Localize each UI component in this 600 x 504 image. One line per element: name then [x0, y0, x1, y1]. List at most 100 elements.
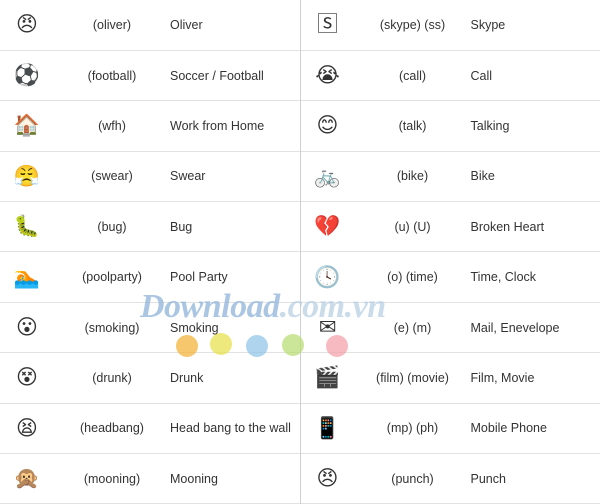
emoticon-name-cell: Time, Clock [470, 251, 600, 303]
table-row[interactable]: 🙊 (mooning) Mooning [0, 453, 300, 504]
emoticon-name-cell: Oliver [170, 0, 300, 51]
table-row[interactable]: 😭 (call) Call [300, 50, 600, 102]
talk-emoji-icon: 😊 [316, 113, 339, 138]
emoticon-name-cell: Pool Party [170, 251, 300, 303]
emoticon-icon-cell: 😵 [0, 352, 54, 404]
table-row[interactable]: 🕓 (o) (time) Time, Clock [300, 251, 600, 303]
broken-heart-emoji-icon: 💔 [314, 214, 341, 239]
emoticon-shortcut-cell: (call) [354, 50, 471, 102]
emoticon-icon-cell: 🕓 [300, 251, 355, 303]
emoticon-icon-cell: 😫 [0, 403, 54, 455]
emoticon-shortcut-cell: (e) (m) [354, 302, 471, 354]
emoticon-shortcut-cell: (mooning) [54, 453, 170, 504]
emoticon-icon-cell: 🐛 [0, 201, 54, 253]
emoticon-icon-cell: 😮 [0, 302, 54, 354]
table-row[interactable]: 🏊 (poolparty) Pool Party [0, 251, 300, 303]
clock-emoji-icon: 🕓 [314, 264, 341, 289]
emoticon-icon-cell: 💔 [300, 201, 355, 253]
emoticon-name-cell: Drunk [170, 352, 300, 404]
emoticon-shortcut-cell: (mp) (ph) [354, 403, 471, 455]
table-row[interactable]: 🎬 (film) (movie) Film, Movie [300, 352, 600, 404]
emoticon-name-cell: Skype [470, 0, 600, 51]
table-row[interactable]: ✉ (e) (m) Mail, Enevelope [300, 302, 600, 354]
mail-emoji-icon: ✉ [318, 315, 337, 340]
football-emoji-icon: ⚽ [13, 63, 41, 88]
table-row[interactable]: 😠 (punch) Punch [300, 453, 600, 504]
emoticon-shortcut-cell: (drunk) [54, 352, 170, 404]
table-row[interactable]: 🚲 (bike) Bike [300, 151, 600, 203]
emoticon-icon-cell: ⚽ [0, 50, 54, 102]
emoticon-shortcut-cell: (talk) [354, 100, 471, 152]
skype-emoji-icon: 🅂 [317, 12, 338, 37]
mooning-emoji-icon: 🙊 [13, 466, 41, 491]
emoticon-shortcut-cell: (football) [54, 50, 170, 102]
right-emoticon-table: 🅂 (skype) (ss) Skype 😭 (call) Call 😊 (talk) Talk… [300, 0, 600, 504]
emoticon-shortcut-cell: (skype) (ss) [354, 0, 471, 51]
emoticon-icon-cell: 🚲 [300, 151, 355, 203]
headbang-emoji-icon: 😫 [16, 415, 38, 440]
emoticon-shortcut-cell: (bug) [54, 201, 170, 253]
emoticon-name-cell: Broken Heart [470, 201, 600, 253]
left-emoticon-column: 😠 (oliver) Oliver ⚽ (football) Soccer / Footb… [0, 0, 301, 504]
emoticon-icon-cell: 😠 [300, 453, 355, 504]
bug-emoji-icon: 🐛 [13, 214, 41, 239]
left-emoticon-table: 😠 (oliver) Oliver ⚽ (football) Soccer / Footb… [0, 0, 300, 504]
emoticon-name-cell: Bike [470, 151, 600, 203]
emoticon-shortcut-cell: (o) (time) [354, 251, 471, 303]
emoticon-icon-cell: 🏠 [0, 100, 54, 152]
table-row[interactable]: 😵 (drunk) Drunk [0, 352, 300, 404]
emoticon-name-cell: Mail, Enevelope [470, 302, 600, 354]
table-row[interactable]: 😠 (oliver) Oliver [0, 0, 300, 51]
drunk-emoji-icon: 😵 [16, 365, 38, 390]
emoticon-name-cell: Punch [470, 453, 600, 504]
emoticon-icon-cell: ✉ [300, 302, 355, 354]
emoticon-name-cell: Soccer / Football [170, 50, 300, 102]
emoticon-icon-cell: 😊 [300, 100, 355, 152]
emoticon-shortcut-cell: (wfh) [54, 100, 170, 152]
punch-emoji-icon: 😠 [316, 466, 339, 491]
emoticon-shortcut-cell: (bike) [354, 151, 471, 203]
table-row[interactable]: 😊 (talk) Talking [300, 100, 600, 152]
emoticon-shortcut-cell: (poolparty) [54, 251, 170, 303]
emoticon-name-cell: Mobile Phone [470, 403, 600, 455]
emoticon-shortcut-cell: (smoking) [54, 302, 170, 354]
emoticon-sheet: 😠 (oliver) Oliver ⚽ (football) Soccer / Footb… [0, 0, 600, 504]
emoticon-icon-cell: 😭 [300, 50, 355, 102]
table-row[interactable]: 😮 (smoking) Smoking [0, 302, 300, 354]
emoticon-icon-cell: 🙊 [0, 453, 54, 504]
emoticon-name-cell: Work from Home [170, 100, 300, 152]
emoticon-shortcut-cell: (oliver) [54, 0, 170, 51]
emoticon-icon-cell: 😤 [0, 151, 54, 203]
emoticon-icon-cell: 🎬 [300, 352, 355, 404]
wfh-emoji-icon: 🏠 [13, 113, 41, 138]
table-row[interactable]: ⚽ (football) Soccer / Football [0, 50, 300, 102]
emoticon-name-cell: Smoking [170, 302, 300, 354]
call-emoji-icon: 😭 [315, 63, 340, 88]
emoticon-name-cell: Mooning [170, 453, 300, 504]
emoticon-name-cell: Talking [470, 100, 600, 152]
emoticon-icon-cell: 📱 [300, 403, 355, 455]
table-row[interactable]: 🐛 (bug) Bug [0, 201, 300, 253]
table-row[interactable]: 📱 (mp) (ph) Mobile Phone [300, 403, 600, 455]
oliver-emoji-icon: 😠 [16, 12, 38, 37]
film-emoji-icon: 🎬 [314, 365, 341, 390]
table-row[interactable]: 🅂 (skype) (ss) Skype [300, 0, 600, 51]
emoticon-icon-cell: 🏊 [0, 251, 54, 303]
emoticon-name-cell: Film, Movie [470, 352, 600, 404]
bike-emoji-icon: 🚲 [314, 163, 341, 188]
emoticon-shortcut-cell: (swear) [54, 151, 170, 203]
table-row[interactable]: 🏠 (wfh) Work from Home [0, 100, 300, 152]
table-row[interactable]: 😤 (swear) Swear [0, 151, 300, 203]
table-row[interactable]: 💔 (u) (U) Broken Heart [300, 201, 600, 253]
smoking-emoji-icon: 😮 [16, 315, 38, 340]
right-emoticon-column: 🅂 (skype) (ss) Skype 😭 (call) Call 😊 (talk) Talk… [300, 0, 600, 504]
table-row[interactable]: 😫 (headbang) Head bang to the wall [0, 403, 300, 455]
emoticon-name-cell: Head bang to the wall [170, 403, 300, 455]
emoticon-name-cell: Swear [170, 151, 300, 203]
emoticon-name-cell: Call [470, 50, 600, 102]
poolparty-emoji-icon: 🏊 [13, 264, 41, 289]
emoticon-shortcut-cell: (film) (movie) [354, 352, 471, 404]
mobile-phone-emoji-icon: 📱 [314, 415, 341, 440]
emoticon-icon-cell: 😠 [0, 0, 54, 51]
swear-emoji-icon: 😤 [13, 163, 41, 188]
